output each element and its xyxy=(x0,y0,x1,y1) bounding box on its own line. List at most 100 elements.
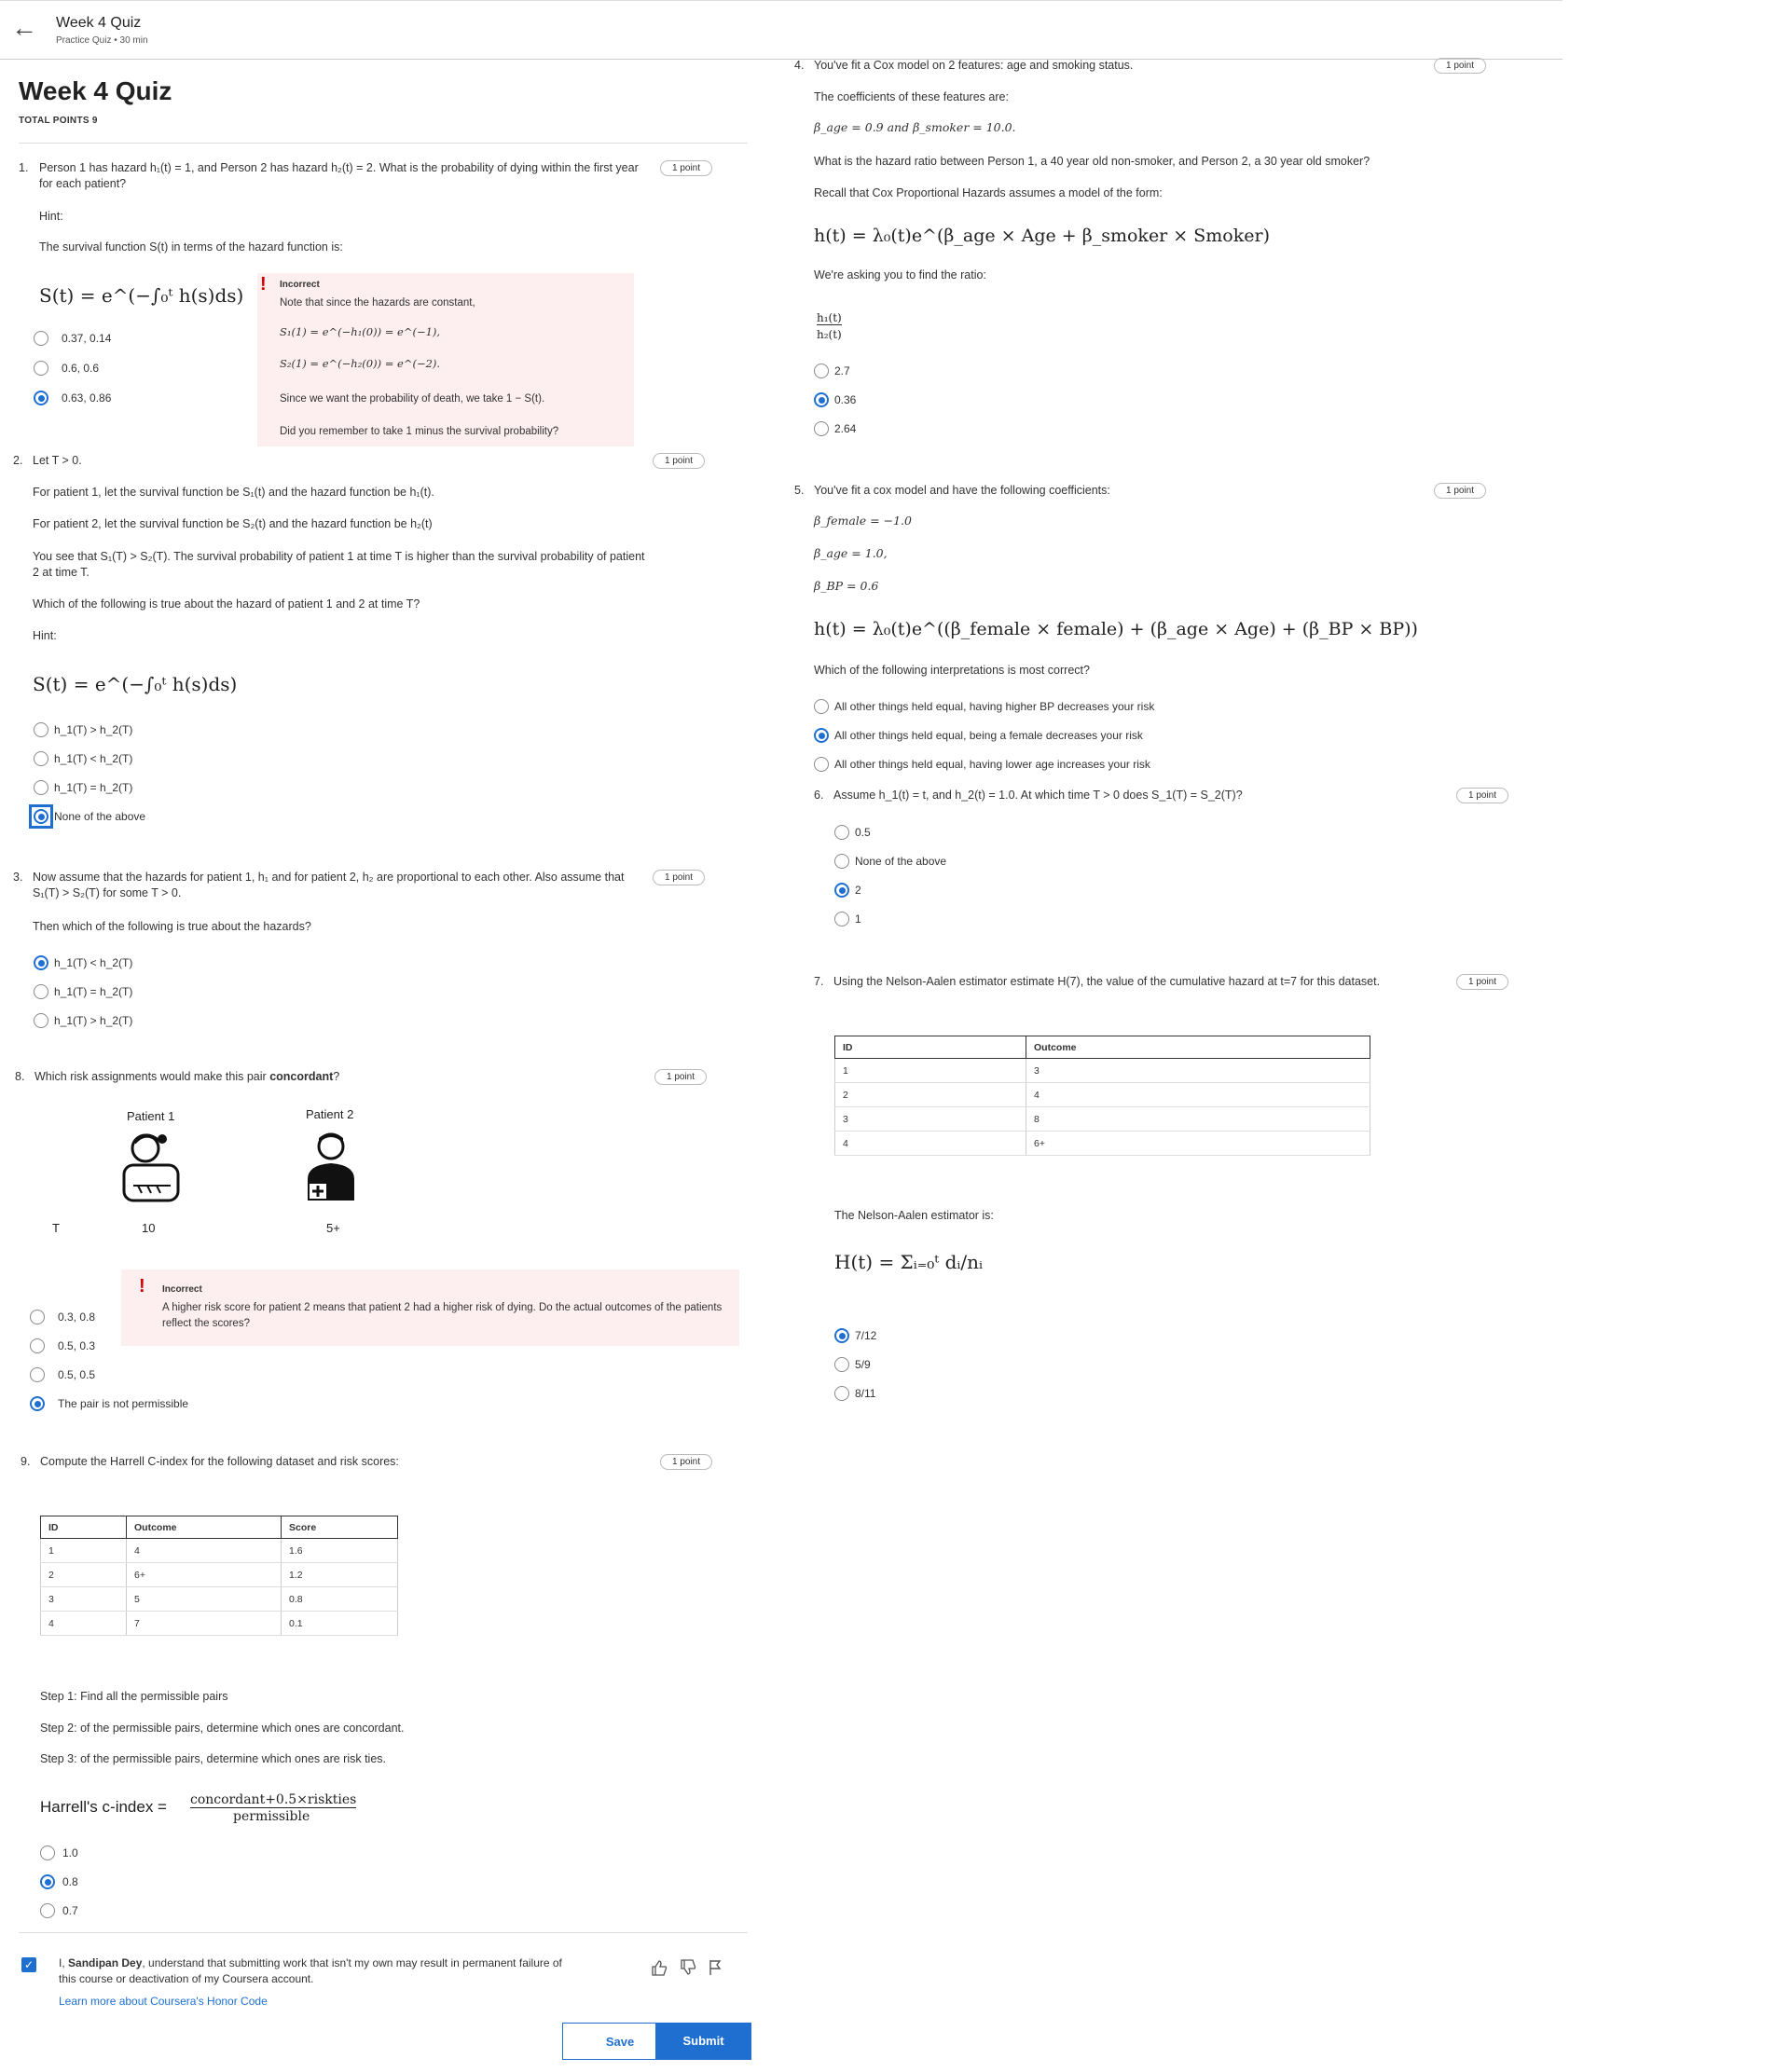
q4-option-radio[interactable] xyxy=(814,364,829,378)
q7-table: ID Outcome 1 3 2 4 3 8 4 6+ xyxy=(834,1036,1370,1156)
q1-option-radio[interactable] xyxy=(34,361,48,376)
q4-option-radio[interactable] xyxy=(814,421,829,436)
thumbs-up-icon[interactable] xyxy=(650,1958,668,1977)
q1-hint-text: The survival function S(t) in terms of t… xyxy=(39,240,343,254)
q9-step2: Step 2: of the permissible pairs, determ… xyxy=(40,1722,405,1735)
table-cell: 2 xyxy=(40,1562,127,1587)
back-arrow-icon[interactable]: ← xyxy=(11,15,37,41)
q3-points-badge: 1 point xyxy=(653,870,706,885)
q5-option-label[interactable]: All other things held equal, having high… xyxy=(834,699,1154,714)
q2-text: Let T > 0. xyxy=(33,454,82,467)
q6-option-label[interactable]: None of the above xyxy=(855,854,946,869)
q1-option-radio[interactable] xyxy=(34,391,48,405)
q7-option-radio[interactable] xyxy=(834,1328,849,1343)
q4-text: You've fit a Cox model on 2 features: ag… xyxy=(814,59,1134,72)
q3-option-radio[interactable] xyxy=(34,984,48,999)
honor-code-link[interactable]: Learn more about Coursera's Honor Code xyxy=(59,1995,268,2008)
q4-option-label[interactable]: 2.64 xyxy=(834,421,856,436)
q5-formula: h(t) = λ₀(t)e^((β_female × female) + (β_… xyxy=(814,619,1418,639)
q6-option-label[interactable]: 2 xyxy=(855,883,861,898)
q1-option-label[interactable]: 0.63, 0.86 xyxy=(62,391,111,405)
honor-code-checkbox[interactable]: ✓ xyxy=(21,1957,36,1972)
q9-option-label[interactable]: 1.0 xyxy=(62,1846,78,1860)
q8-option-label[interactable]: 0.3, 0.8 xyxy=(58,1310,95,1324)
q2-hint: Hint: xyxy=(33,629,57,642)
thumbs-down-icon[interactable] xyxy=(679,1958,697,1977)
q6-option-label[interactable]: 1 xyxy=(855,912,861,926)
patient2-icon xyxy=(308,1132,354,1201)
q8-option-radio[interactable] xyxy=(30,1367,45,1382)
q7-points-badge: 1 point xyxy=(1456,974,1509,990)
q9-option-radio[interactable] xyxy=(40,1903,55,1918)
q5-p1: Which of the following interpretations i… xyxy=(814,664,1090,677)
q8-option-radio[interactable] xyxy=(30,1310,45,1324)
q8-option-label[interactable]: 0.5, 0.3 xyxy=(58,1338,95,1353)
q8-option-label[interactable]: The pair is not permissible xyxy=(58,1396,188,1411)
q9-option-label[interactable]: 0.8 xyxy=(62,1874,78,1889)
table-cell: 1.6 xyxy=(281,1538,398,1563)
q5-option-radio[interactable] xyxy=(814,728,829,743)
page-title: Week 4 Quiz xyxy=(19,76,172,105)
divider xyxy=(19,143,748,144)
q5-option-label[interactable]: All other things held equal, having lowe… xyxy=(834,757,1150,772)
total-points: TOTAL POINTS 9 xyxy=(19,116,98,126)
q9-option-radio[interactable] xyxy=(40,1846,55,1860)
q5-option-radio[interactable] xyxy=(814,757,829,772)
q6-option-label[interactable]: 0.5 xyxy=(855,825,871,840)
q1-option-label[interactable]: 0.37, 0.14 xyxy=(62,331,111,346)
q8-option-label[interactable]: 0.5, 0.5 xyxy=(58,1367,95,1382)
q8-option-radio[interactable] xyxy=(30,1396,45,1411)
q4-option-label[interactable]: 2.7 xyxy=(834,364,850,378)
table-row: 3 5 0.8 xyxy=(40,1586,398,1612)
top-bar xyxy=(0,0,1563,60)
flag-icon[interactable] xyxy=(707,1958,723,1977)
q2-option-radio[interactable] xyxy=(34,722,48,737)
q5-option-radio[interactable] xyxy=(814,699,829,714)
q2-option-label[interactable]: h_1(T) = h_2(T) xyxy=(54,780,132,795)
q1-feedback-line: Note that since the hazards are constant… xyxy=(280,297,475,309)
q9-points-badge: 1 point xyxy=(660,1454,713,1470)
q6-option-radio[interactable] xyxy=(834,825,849,840)
table-cell: 1 xyxy=(40,1538,127,1563)
q1-formula: S(t) = e^(−∫₀ᵗ h(s)ds) xyxy=(39,284,244,307)
q3-option-label[interactable]: h_1(T) > h_2(T) xyxy=(54,1013,132,1028)
submit-button[interactable]: Submit xyxy=(655,2023,751,2060)
q2-option-label[interactable]: h_1(T) < h_2(T) xyxy=(54,751,132,766)
q5-option-label[interactable]: All other things held equal, being a fem… xyxy=(834,728,1143,743)
q7-option-radio[interactable] xyxy=(834,1357,849,1372)
q9-option-label[interactable]: 0.7 xyxy=(62,1903,78,1918)
q7-formula: H(t) = Σᵢ₌₀ᵗ dᵢ/nᵢ xyxy=(834,1251,984,1273)
q4-p3: What is the hazard ratio between Person … xyxy=(814,155,1370,168)
table-cell: 6+ xyxy=(126,1562,282,1587)
q7-option-label[interactable]: 8/11 xyxy=(855,1386,875,1401)
q2-option-label[interactable]: None of the above xyxy=(54,809,145,824)
q6-option-radio[interactable] xyxy=(834,854,849,869)
q1-option-radio[interactable] xyxy=(34,331,48,346)
q2-option-radio[interactable] xyxy=(34,780,48,795)
q7-option-label[interactable]: 7/12 xyxy=(855,1328,876,1343)
q2-option-radio[interactable] xyxy=(34,751,48,766)
q7-option-label[interactable]: 5/9 xyxy=(855,1357,871,1372)
q4-p1: The coefficients of these features are: xyxy=(814,90,1009,103)
q1-number: 1. xyxy=(19,161,29,174)
q2-option-label[interactable]: h_1(T) > h_2(T) xyxy=(54,722,132,737)
q1-option-label[interactable]: 0.6, 0.6 xyxy=(62,361,99,376)
q6-option-radio[interactable] xyxy=(834,912,849,926)
q7-option-radio[interactable] xyxy=(834,1386,849,1401)
q3-option-label[interactable]: h_1(T) < h_2(T) xyxy=(54,955,132,970)
q3-option-label[interactable]: h_1(T) = h_2(T) xyxy=(54,984,132,999)
table-cell: 4 xyxy=(40,1611,127,1636)
q3-option-radio[interactable] xyxy=(34,955,48,970)
q6-option-radio[interactable] xyxy=(834,883,849,898)
q1-feedback-line: S₂(1) = e^(−h₂(0)) = e^(−2). xyxy=(280,357,441,370)
q4-option-label[interactable]: 0.36 xyxy=(834,392,856,407)
q9-option-radio[interactable] xyxy=(40,1874,55,1889)
q4-number: 4. xyxy=(794,59,805,72)
q8-option-radio[interactable] xyxy=(30,1338,45,1353)
q3-option-radio[interactable] xyxy=(34,1013,48,1028)
q2-number: 2. xyxy=(13,454,23,467)
column-header: Outcome xyxy=(1026,1036,1370,1059)
patient1-time: 10 xyxy=(142,1221,156,1235)
q4-option-radio[interactable] xyxy=(814,392,829,407)
column-header: ID xyxy=(40,1516,127,1539)
